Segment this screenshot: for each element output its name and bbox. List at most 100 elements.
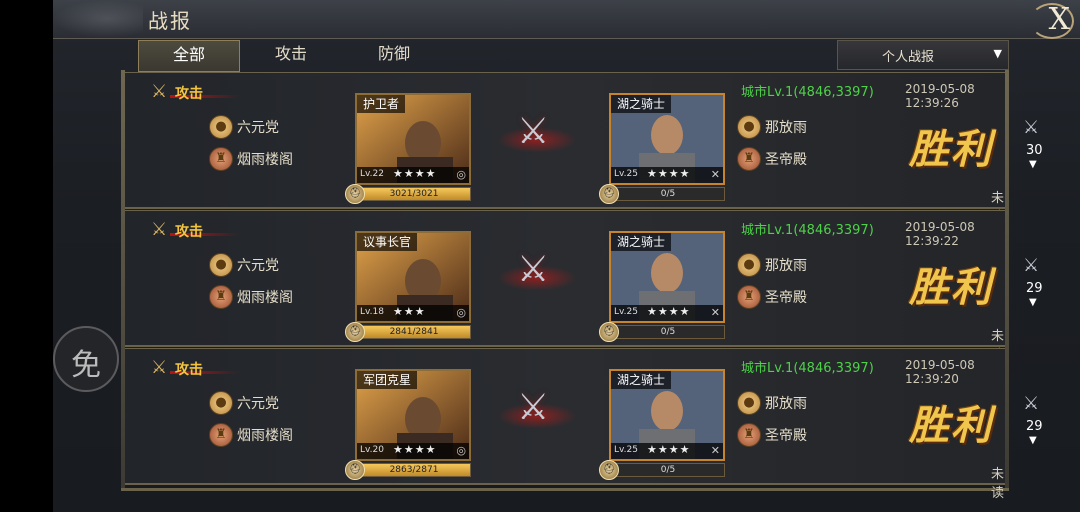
crossed-swords-vs-icon: ⚔ — [517, 387, 550, 428]
defender-alliance[interactable]: 圣帝殿 — [765, 287, 807, 307]
player-avatar-icon: ● — [737, 115, 761, 139]
battle-location-link[interactable]: 城市Lv.1(4846,3397) — [741, 81, 874, 100]
attacker-troops-text: 2863/2871 — [389, 465, 439, 475]
defender-hero-stars: ★★★★ — [647, 167, 691, 180]
report-row[interactable]: ⚔ 攻击 ● 六元党 ♜ 烟雨楼阁 护卫者 Lv.22 ★★★★ ◎ 3021/… — [125, 72, 1043, 225]
defender-troops-bar: 0/5 — [611, 187, 725, 201]
defender-name[interactable]: 那放雨 — [765, 255, 807, 275]
attacker-hero-card[interactable]: 议事长官 Lv.18 ★★★ ◎ — [355, 231, 471, 323]
attacker-name[interactable]: 六元党 — [237, 255, 279, 275]
defender-troops-bar: 0/5 — [611, 325, 725, 339]
attacker-hero-level: Lv.20 — [360, 445, 384, 455]
defender-name[interactable]: 那放雨 — [765, 393, 807, 413]
troop-helmet-icon: ⛑ — [345, 184, 365, 204]
battle-count: 29 — [1026, 419, 1043, 434]
hero-level-bar: Lv.22 ★★★★ ◎ — [357, 167, 469, 183]
attacker-alliance[interactable]: 烟雨楼阁 — [237, 425, 293, 445]
list-frame-right — [1005, 70, 1009, 490]
alliance-icon: ♜ — [209, 423, 233, 447]
attacker-troops-bar: 2841/2841 — [357, 325, 471, 339]
defender-hero-level: Lv.25 — [614, 307, 638, 317]
report-row[interactable]: ⚔ 攻击 ● 六元党 ♜ 烟雨楼阁 议事长官 Lv.18 ★★★ ◎ 2841/… — [125, 210, 1043, 363]
defender-hero-card[interactable]: 湖之骑士 Lv.25 ★★★★ ✕ — [609, 369, 725, 461]
troop-helmet-icon: ⛑ — [599, 184, 619, 204]
defender-troops-text: 0/5 — [660, 465, 676, 475]
alliance-icon: ♜ — [737, 285, 761, 309]
attacker-hero-card[interactable]: 军团克星 Lv.20 ★★★★ ◎ — [355, 369, 471, 461]
battle-count: 30 — [1026, 143, 1043, 158]
chevron-down-icon: ▼ — [993, 47, 1002, 60]
defender-name[interactable]: 那放雨 — [765, 117, 807, 137]
hero-level-bar: Lv.20 ★★★★ ◎ — [357, 443, 469, 459]
defender-troops-bar: 0/5 — [611, 463, 725, 477]
battle-time: 2019-05-08 12:39:26 — [905, 82, 975, 110]
attacker-hero-stars: ★★★ — [393, 305, 426, 318]
attacker-hero-stars: ★★★★ — [393, 167, 437, 180]
hero-equip-icon: ◎ — [456, 168, 466, 181]
defender-hero-name: 湖之骑士 — [611, 371, 672, 389]
defender-hero-card[interactable]: 湖之骑士 Lv.25 ★★★★ ✕ — [609, 93, 725, 185]
report-row[interactable]: ⚔ 攻击 ● 六元党 ♜ 烟雨楼阁 军团克星 Lv.20 ★★★★ ◎ 2863… — [125, 348, 1043, 501]
close-button[interactable]: X — [950, 0, 1080, 39]
title-bar: 战报 X — [53, 0, 1080, 39]
defender-hero-level: Lv.25 — [614, 169, 638, 179]
tab-all[interactable]: 全部 — [138, 40, 240, 72]
hero-equip-icon: ◎ — [456, 444, 466, 457]
attacker-hero-level: Lv.18 — [360, 307, 384, 317]
side-menu-handle[interactable]: 免 — [53, 326, 119, 392]
player-avatar-icon: ● — [209, 253, 233, 277]
crossed-swords-vs-icon: ⚔ — [517, 249, 550, 290]
crossed-swords-icon: ⚔ — [1023, 255, 1040, 276]
attacker-hero-name: 军团克星 — [357, 371, 418, 389]
defender-hero-name: 湖之骑士 — [611, 95, 672, 113]
alliance-icon: ♜ — [209, 147, 233, 171]
player-avatar-icon: ● — [209, 391, 233, 415]
defender-alliance[interactable]: 圣帝殿 — [765, 149, 807, 169]
attacker-alliance[interactable]: 烟雨楼阁 — [237, 287, 293, 307]
attacker-troops-bar: 2863/2871 — [357, 463, 471, 477]
crossed-swords-icon: ⚔ — [1023, 393, 1040, 414]
attacker-name[interactable]: 六元党 — [237, 117, 279, 137]
expand-down-icon[interactable]: ▼ — [1029, 159, 1037, 170]
report-tabs: 全部 攻击 防御 — [138, 40, 618, 72]
report-type-label: 攻击 — [175, 362, 203, 378]
attacker-hero-name: 护卫者 — [357, 95, 406, 113]
attacker-alliance[interactable]: 烟雨楼阁 — [237, 149, 293, 169]
report-list[interactable]: ⚔ 攻击 ● 六元党 ♜ 烟雨楼阁 护卫者 Lv.22 ★★★★ ◎ 3021/… — [125, 72, 1043, 501]
attacker-hero-card[interactable]: 护卫者 Lv.22 ★★★★ ◎ — [355, 93, 471, 185]
read-status: 未读 — [991, 467, 1005, 501]
player-avatar-icon: ● — [737, 253, 761, 277]
attacker-hero-name: 议事长官 — [357, 233, 418, 251]
attacker-name[interactable]: 六元党 — [237, 393, 279, 413]
alliance-icon: ♜ — [209, 285, 233, 309]
side-menu-handle-label: 免 — [71, 348, 101, 383]
hero-equip-icon: ✕ — [710, 444, 720, 457]
tab-defense[interactable]: 防御 — [344, 40, 444, 70]
hero-level-bar: Lv.25 ★★★★ ✕ — [611, 305, 723, 321]
defender-hero-level: Lv.25 — [614, 445, 638, 455]
report-filter-label: 个人战报 — [881, 50, 934, 65]
battle-report-panel: 战报 X 全部 攻击 防御 个人战报 ▼ ⚔ 攻击 ● 六元党 ♜ 烟雨楼阁 护… — [53, 0, 1080, 512]
battle-location-link[interactable]: 城市Lv.1(4846,3397) — [741, 219, 874, 238]
report-filter-dropdown[interactable]: 个人战报 ▼ — [837, 40, 1009, 70]
battle-time: 2019-05-08 12:39:20 — [905, 358, 975, 386]
tab-attack[interactable]: 攻击 — [241, 40, 341, 70]
defender-hero-stars: ★★★★ — [647, 305, 691, 318]
battle-location-link[interactable]: 城市Lv.1(4846,3397) — [741, 357, 874, 376]
close-icon[interactable]: X — [1049, 2, 1070, 37]
expand-down-icon[interactable]: ▼ — [1029, 297, 1037, 308]
defender-hero-card[interactable]: 湖之骑士 Lv.25 ★★★★ ✕ — [609, 231, 725, 323]
battle-count: 29 — [1026, 281, 1043, 296]
troop-helmet-icon: ⛑ — [345, 322, 365, 342]
expand-down-icon[interactable]: ▼ — [1029, 435, 1037, 446]
alliance-icon: ♜ — [737, 423, 761, 447]
attacker-troops-text: 2841/2841 — [389, 327, 439, 337]
attacker-hero-level: Lv.22 — [360, 169, 384, 179]
defender-alliance[interactable]: 圣帝殿 — [765, 425, 807, 445]
hero-level-bar: Lv.18 ★★★ ◎ — [357, 305, 469, 321]
attacker-hero-stars: ★★★★ — [393, 443, 437, 456]
crossed-swords-icon: ⚔ — [151, 81, 168, 102]
defender-troops-text: 0/5 — [660, 189, 676, 199]
title-ornament — [53, 0, 143, 38]
troop-helmet-icon: ⛑ — [599, 322, 619, 342]
